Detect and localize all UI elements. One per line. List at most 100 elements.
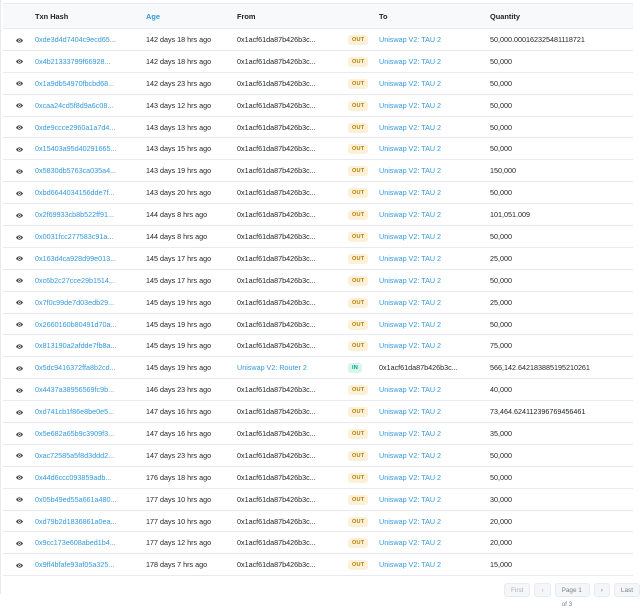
eye-icon[interactable] — [12, 78, 26, 89]
age-cell: 178 days 7 hrs ago — [146, 560, 208, 570]
to-address[interactable]: Uniswap V2: TAU 2 — [379, 101, 441, 110]
txn-hash-link[interactable]: 0x4b21333799f66928... — [35, 57, 146, 66]
txn-hash-link[interactable]: 0x2660160b80491d70a... — [35, 320, 146, 329]
txn-hash-link[interactable]: 0xde3d4d7404c9ecd65... — [35, 35, 146, 44]
next-page-button[interactable]: › — [593, 583, 610, 597]
eye-icon[interactable] — [12, 450, 26, 461]
txn-hash-cell: 0x7f0c99de7d03edb29... — [35, 291, 146, 313]
from-cell: 0x1acf61da87b426b3c... — [237, 247, 348, 269]
txn-hash-link[interactable]: 0x0031fcc277583c91a... — [35, 232, 146, 241]
eye-icon[interactable] — [12, 253, 26, 264]
txn-hash-link[interactable]: 0x9ff4bfafe93af05a325... — [35, 560, 146, 569]
txn-hash-link[interactable]: 0xcaa24cd5f8d9a6c08... — [35, 101, 146, 110]
eye-icon[interactable] — [12, 472, 26, 483]
to-address[interactable]: Uniswap V2: TAU 2 — [379, 385, 441, 394]
txn-hash-link[interactable]: 0x44d6ccc093859adb... — [35, 473, 146, 482]
txn-hash-link[interactable]: 0x05b49ed55a661a480... — [35, 495, 146, 504]
eye-icon[interactable] — [12, 406, 26, 417]
txn-hash-link[interactable]: 0xde9ccce2960a1a7d4... — [35, 123, 146, 132]
to-address[interactable]: Uniswap V2: TAU 2 — [379, 254, 441, 263]
txn-hash-link[interactable]: 0xbd6644034156dde7f... — [35, 188, 146, 197]
to-cell: Uniswap V2: TAU 2 — [379, 313, 490, 335]
from-cell: 0x1acf61da87b426b3c... — [237, 182, 348, 204]
age-cell: 177 days 12 hrs ago — [146, 538, 212, 548]
txn-hash-link[interactable]: 0x7f0c99de7d03edb29... — [35, 298, 146, 307]
to-address[interactable]: Uniswap V2: TAU 2 — [379, 57, 441, 66]
eye-icon[interactable] — [12, 559, 26, 570]
from-cell: 0x1acf61da87b426b3c... — [237, 291, 348, 313]
to-address[interactable]: Uniswap V2: TAU 2 — [379, 144, 441, 153]
eye-icon[interactable] — [12, 34, 26, 45]
txn-hash-link[interactable]: 0x2f69933cb8b522ff91... — [35, 210, 146, 219]
table-row: 0x4437a38956569fc9b... 146 days 23 hrs ag… — [3, 379, 633, 401]
direction-badge: OUT — [348, 122, 369, 133]
to-address[interactable]: Uniswap V2: TAU 2 — [379, 188, 441, 197]
eye-icon[interactable] — [12, 340, 26, 351]
last-page-button[interactable]: Last — [613, 583, 640, 597]
txn-hash-link[interactable]: 0x1a9db54970fbcbd68... — [35, 79, 146, 88]
txn-hash-link[interactable]: 0xd741cb1f86e8be0e5... — [35, 407, 146, 416]
eye-icon[interactable] — [12, 122, 26, 133]
to-address[interactable]: Uniswap V2: TAU 2 — [379, 429, 441, 438]
txn-hash-link[interactable]: 0xc6b2c27cce29b1514... — [35, 276, 146, 285]
to-address[interactable]: Uniswap V2: TAU 2 — [379, 473, 441, 482]
eye-icon[interactable] — [12, 275, 26, 286]
to-address[interactable]: Uniswap V2: TAU 2 — [379, 451, 441, 460]
prev-page-button[interactable]: ‹ — [534, 583, 551, 597]
to-address[interactable]: Uniswap V2: TAU 2 — [379, 341, 441, 350]
txn-hash-link[interactable]: 0x9cc173e608abed1b4... — [35, 538, 146, 547]
row-action-cell — [3, 116, 35, 138]
to-address[interactable]: Uniswap V2: TAU 2 — [379, 276, 441, 285]
to-address[interactable]: Uniswap V2: TAU 2 — [379, 35, 441, 44]
to-address[interactable]: Uniswap V2: TAU 2 — [379, 495, 441, 504]
direction-cell: OUT — [348, 291, 379, 313]
eye-icon[interactable] — [12, 209, 26, 220]
eye-icon[interactable] — [12, 100, 26, 111]
to-address[interactable]: Uniswap V2: TAU 2 — [379, 232, 441, 241]
txn-hash-link[interactable]: 0x5dc9416372ffa8b2cd... — [35, 363, 146, 372]
direction-cell: OUT — [348, 247, 379, 269]
table-row: 0xcaa24cd5f8d9a6c08... 143 days 12 hrs ag… — [3, 94, 633, 117]
eye-icon[interactable] — [12, 231, 26, 242]
txn-hash-link[interactable]: 0xac72585a5f8d3ddd2... — [35, 451, 146, 460]
eye-icon[interactable] — [12, 428, 26, 439]
eye-icon[interactable] — [12, 516, 26, 527]
direction-cell: OUT — [348, 532, 379, 554]
eye-icon[interactable] — [12, 187, 26, 198]
to-address[interactable]: Uniswap V2: TAU 2 — [379, 166, 441, 175]
txn-hash-link[interactable]: 0x15403a95d40291665... — [35, 144, 146, 153]
to-address[interactable]: Uniswap V2: TAU 2 — [379, 123, 441, 132]
txn-hash-cell: 0x813190a2afdde7fb8a... — [35, 335, 146, 357]
txn-hash-cell: 0x5e682a65b9c3909f3... — [35, 423, 146, 445]
eye-icon[interactable] — [12, 143, 26, 154]
eye-icon[interactable] — [12, 362, 26, 373]
eye-icon[interactable] — [12, 319, 26, 330]
txn-hash-link[interactable]: 0x5830db5763ca035a4... — [35, 166, 146, 175]
to-cell: Uniswap V2: TAU 2 — [379, 72, 490, 94]
row-action-cell — [3, 357, 35, 379]
eye-icon[interactable] — [12, 297, 26, 308]
to-address[interactable]: Uniswap V2: TAU 2 — [379, 79, 441, 88]
eye-icon[interactable] — [12, 56, 26, 67]
txn-hash-link[interactable]: 0x813190a2afdde7fb8a... — [35, 341, 146, 350]
from-address[interactable]: Uniswap V2: Router 2 — [237, 363, 307, 372]
to-address[interactable]: Uniswap V2: TAU 2 — [379, 320, 441, 329]
txn-hash-link[interactable]: 0x163d4ca928d99e013... — [35, 254, 146, 263]
eye-icon[interactable] — [12, 384, 26, 395]
header-age[interactable]: Age — [146, 3, 237, 29]
to-address[interactable]: Uniswap V2: TAU 2 — [379, 560, 441, 569]
to-address[interactable]: Uniswap V2: TAU 2 — [379, 538, 441, 547]
first-page-button[interactable]: First — [504, 583, 531, 597]
txn-hash-link[interactable]: 0xd79b2d1836861a0ea... — [35, 517, 146, 526]
to-address[interactable]: Uniswap V2: TAU 2 — [379, 210, 441, 219]
to-address[interactable]: Uniswap V2: TAU 2 — [379, 407, 441, 416]
to-address[interactable]: Uniswap V2: TAU 2 — [379, 298, 441, 307]
txn-hash-link[interactable]: 0x5e682a65b9c3909f3... — [35, 429, 146, 438]
eye-icon[interactable] — [12, 165, 26, 176]
txn-hash-link[interactable]: 0x4437a38956569fc9b... — [35, 385, 146, 394]
direction-badge: OUT — [348, 144, 369, 155]
eye-icon[interactable] — [12, 494, 26, 505]
table-row: 0xde9ccce2960a1a7d4... 143 days 13 hrs ag… — [3, 116, 633, 138]
eye-icon[interactable] — [12, 537, 26, 548]
to-address[interactable]: Uniswap V2: TAU 2 — [379, 517, 441, 526]
